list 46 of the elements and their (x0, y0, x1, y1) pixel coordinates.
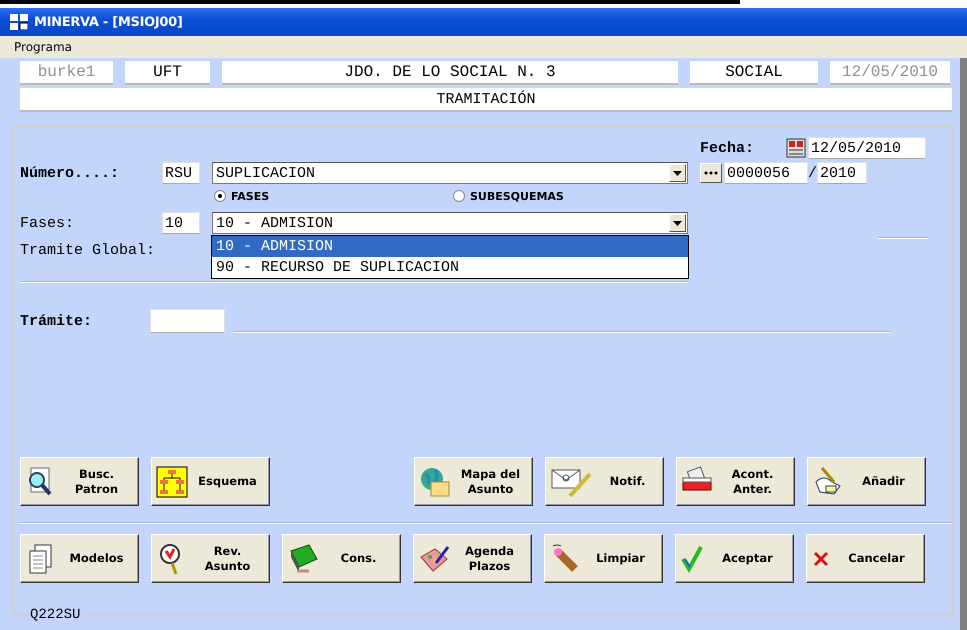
toolbar-button[interactable]: Esquema (151, 457, 270, 506)
toolbar-button[interactable]: Acont. Anter. (676, 457, 795, 506)
code-field[interactable]: RSU (162, 162, 200, 184)
calendar-icon[interactable] (786, 138, 806, 158)
phases-label: Fases: (20, 214, 76, 232)
ellipsis-icon (704, 170, 718, 176)
toolbar-button[interactable]: Agenda Plazos (413, 534, 532, 583)
step-field[interactable] (150, 309, 225, 333)
type-dropdown[interactable]: SUPLICACION (212, 162, 688, 184)
date-field[interactable]: 12/05/2010 (808, 137, 926, 159)
header-field: UFT (125, 61, 210, 85)
number-label: Número....: (20, 164, 120, 182)
window-title: MINERVA - [MSIOJ00] (34, 14, 183, 30)
section-title: TRAMITACIÓN (20, 88, 952, 112)
header-field: 12/05/2010 (830, 61, 950, 85)
number-field[interactable]: 0000056 (724, 162, 808, 184)
toolbar-button[interactable]: Cancelar (806, 534, 925, 583)
app-icon (10, 14, 28, 30)
separator-text: / (808, 164, 818, 182)
global-step-label: Tramite Global: (20, 242, 156, 258)
toolbar-button[interactable]: Limpiar (544, 534, 663, 583)
globe-folder-icon (419, 466, 451, 498)
toolbar-button[interactable]: Notif. (545, 457, 664, 506)
radio-button[interactable]: FASES (214, 190, 453, 202)
form-code: Q222SU (28, 607, 82, 623)
toolbar-button[interactable]: Rev. Asunto (151, 534, 270, 583)
step-label: Trámite: (20, 312, 94, 330)
toolbar-button[interactable]: Añadir (807, 457, 926, 506)
header-field: burke1 (20, 61, 113, 85)
org-chart-icon (156, 466, 188, 498)
dropdown-arrow-icon (673, 220, 682, 226)
dropdown-arrow-icon (673, 170, 682, 176)
phase-code-field[interactable]: 10 (162, 212, 200, 234)
toolbar-button[interactable]: Cons. (282, 534, 401, 583)
header-field: JDO. DE LO SOCIAL N. 3 (222, 61, 678, 85)
toolbar-button[interactable]: Modelos (20, 534, 139, 583)
toolbar-button[interactable]: Aceptar (675, 534, 794, 583)
header-field: SOCIAL (690, 61, 818, 85)
menu-item[interactable]: Programa (14, 40, 72, 54)
dropdown-option[interactable]: 10 - ADMISION (212, 236, 688, 257)
radio-button[interactable]: SUBESQUEMAS (453, 190, 692, 202)
date-label: Fecha: (700, 140, 756, 156)
year-field[interactable]: 2010 (817, 162, 868, 184)
toolbar-button[interactable]: Mapa del Asunto (414, 457, 533, 506)
lookup-button[interactable] (700, 163, 722, 183)
toolbar-button[interactable]: Busc. Patron (20, 457, 139, 506)
